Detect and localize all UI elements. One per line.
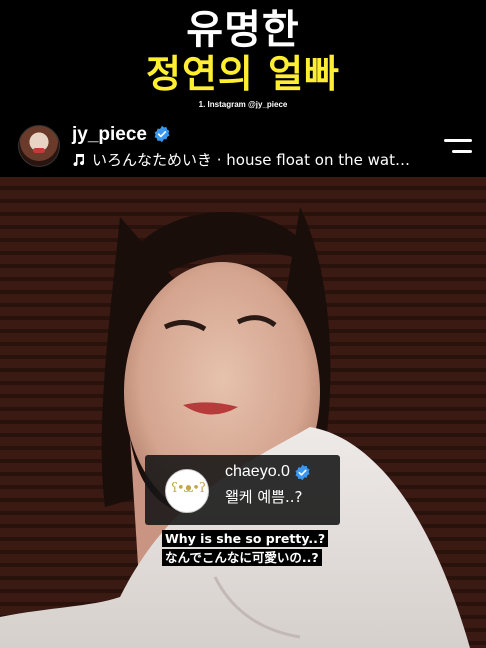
post-photo	[0, 177, 486, 648]
subtitle-japanese: なんでこんなに可愛いの..?	[162, 549, 322, 566]
comment-text: 왤케 예쁨..?	[225, 488, 303, 506]
verified-badge-icon	[154, 125, 170, 143]
source-caption: 1. Instagram @jy_piece	[198, 100, 288, 109]
music-note-icon	[73, 154, 85, 166]
profile-username[interactable]: jy_piece	[72, 124, 147, 146]
comment-avatar[interactable]: ʕ•ᴥ•ʔ	[165, 469, 209, 513]
profile-avatar[interactable]	[18, 125, 60, 167]
comment-avatar-art: ʕ•ᴥ•ʔ	[171, 481, 206, 496]
song-row[interactable]: いろんなためいき · house float on the wat…	[72, 151, 432, 169]
profile-header: jy_piece いろんなためいき · house float on the w…	[0, 117, 486, 177]
menu-icon[interactable]	[444, 135, 472, 157]
song-label: いろんなためいき · house float on the wat…	[92, 151, 410, 169]
title-line-1: 유명한	[186, 7, 300, 53]
comment-username[interactable]: chaeyo.0	[225, 463, 290, 481]
verified-badge-icon	[295, 464, 310, 481]
subtitle-english: Why is she so pretty..?	[162, 530, 329, 547]
comment-card: ʕ•ᴥ•ʔ chaeyo.0 왤케 예쁨..?	[145, 455, 340, 525]
title-line-2: 정연의 얼빠	[145, 52, 341, 96]
title-banner: 유명한 정연의 얼빠 1. Instagram @jy_piece	[0, 0, 486, 117]
